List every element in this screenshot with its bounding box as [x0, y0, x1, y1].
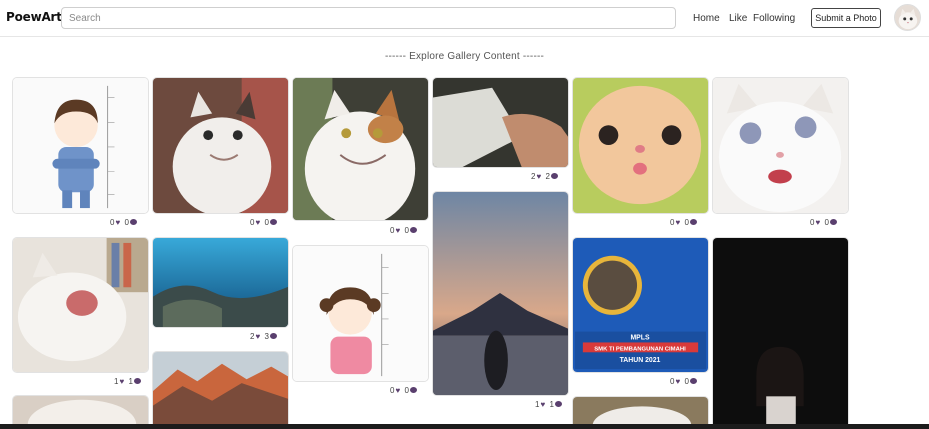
gallery-card[interactable]: [152, 237, 289, 328]
heart-icon[interactable]: ♥: [675, 218, 680, 227]
gallery-card[interactable]: [712, 237, 849, 429]
search-input[interactable]: [61, 7, 676, 29]
card-stats: 0♥ 0: [390, 226, 419, 235]
comment-icon[interactable]: [409, 226, 417, 233]
card-stats: 0♥ 0: [810, 218, 839, 227]
card-stats: 0♥ 0: [670, 218, 699, 227]
nav-home-link[interactable]: Home: [693, 13, 720, 24]
nav-like-link[interactable]: Like: [729, 13, 747, 24]
heart-icon[interactable]: ♥: [536, 172, 541, 181]
gallery-card[interactable]: [12, 77, 149, 214]
smiling-cat-image: [153, 78, 288, 213]
yawning-cat-image: [13, 238, 148, 372]
hand-fabric-image: [433, 78, 568, 167]
mpls-banner-image: MPLS SMK TI PEMBANGUNAN CIMAHI TAHUN 202…: [573, 238, 708, 372]
gallery-card[interactable]: [152, 77, 289, 214]
gallery-card[interactable]: [292, 77, 429, 221]
gallery-card[interactable]: MPLS SMK TI PEMBANGUNAN CIMAHI TAHUN 202…: [572, 237, 709, 373]
comment-icon[interactable]: [829, 218, 837, 225]
comment-icon[interactable]: [133, 377, 141, 384]
heart-icon[interactable]: ♥: [115, 218, 120, 227]
boy-drawing-image: [13, 78, 148, 213]
heart-icon[interactable]: ♥: [395, 386, 400, 395]
avatar-cat-image: [895, 5, 920, 30]
mountain-sunset-image: [153, 352, 288, 428]
banner-line3: TAHUN 2021: [620, 357, 661, 364]
comment-icon[interactable]: [269, 332, 277, 339]
submit-photo-button[interactable]: Submit a Photo: [811, 8, 881, 28]
gallery-title: ------ Explore Gallery Content ------: [384, 51, 545, 62]
comment-icon[interactable]: [689, 377, 697, 384]
banner-line1: MPLS: [630, 334, 650, 341]
lake-volcano-image: [433, 192, 568, 395]
nav-following-link[interactable]: Following: [753, 13, 795, 24]
heart-icon[interactable]: ♥: [119, 377, 124, 386]
gallery-card[interactable]: [152, 351, 289, 429]
gallery-card[interactable]: [432, 191, 569, 396]
gallery-card[interactable]: [12, 237, 149, 373]
girl-drawing-image: [293, 246, 428, 381]
grinning-cat-image: [293, 78, 428, 220]
card-stats: 0♥ 0: [250, 218, 279, 227]
gallery-card[interactable]: [712, 77, 849, 214]
card-stats: 1♥ 1: [114, 377, 143, 386]
card-stats: 0♥ 0: [670, 377, 699, 386]
comment-icon[interactable]: [409, 386, 417, 393]
gallery-card[interactable]: [292, 245, 429, 382]
comment-icon[interactable]: [269, 218, 277, 225]
heart-icon[interactable]: ♥: [395, 226, 400, 235]
comment-icon[interactable]: [554, 400, 562, 407]
card-stats: 0♥ 0: [110, 218, 139, 227]
comment-icon[interactable]: [550, 172, 558, 179]
card-stats: 1♥ 1: [535, 400, 564, 409]
heart-icon[interactable]: ♥: [540, 400, 545, 409]
heart-icon[interactable]: ♥: [675, 377, 680, 386]
brand-logo[interactable]: PoewArt.: [6, 10, 66, 24]
white-cat-image: [713, 78, 848, 213]
underwater-reef-image: [153, 238, 288, 327]
card-stats: 2♥ 2: [531, 172, 560, 181]
heart-icon[interactable]: ♥: [255, 332, 260, 341]
heart-icon[interactable]: ♥: [255, 218, 260, 227]
gallery-card[interactable]: [572, 77, 709, 214]
kitten-closeup-image: [573, 78, 708, 213]
banner-line2: SMK TI PEMBANGUNAN CIMAHI: [594, 346, 686, 352]
card-stats: 0♥ 0: [390, 386, 419, 395]
card-stats: 2♥ 3: [250, 332, 279, 341]
user-avatar[interactable]: [894, 4, 921, 31]
top-navbar: PoewArt. Home Like Following Submit a Ph…: [0, 0, 929, 37]
comment-icon[interactable]: [129, 218, 137, 225]
singer-portrait-image: [713, 238, 848, 428]
gallery-card[interactable]: [432, 77, 569, 168]
heart-icon[interactable]: ♥: [815, 218, 820, 227]
comment-icon[interactable]: [689, 218, 697, 225]
window-bottom-edge: [0, 424, 929, 429]
